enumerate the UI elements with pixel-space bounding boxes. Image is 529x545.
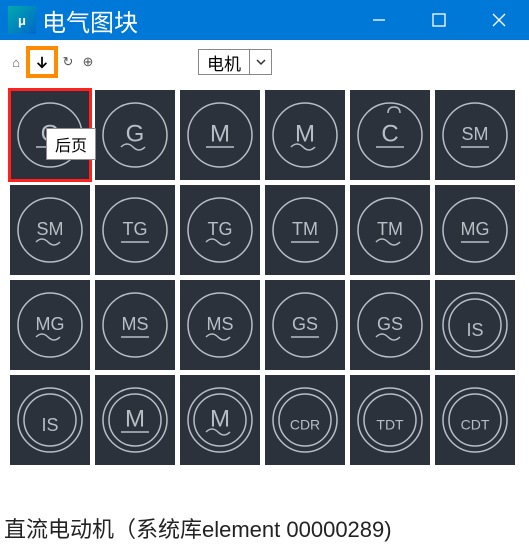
svg-text:IS: IS: [466, 320, 483, 340]
svg-text:CDT: CDT: [461, 417, 490, 433]
symbol-tile[interactable]: TM: [265, 185, 345, 275]
category-dropdown[interactable]: 电机: [198, 49, 272, 75]
svg-text:MG: MG: [36, 314, 65, 334]
symbol-tile[interactable]: IS: [10, 375, 90, 465]
symbol-tile[interactable]: GS: [265, 280, 345, 370]
status-bar: 直流电动机（系统库element 00000289): [0, 511, 529, 545]
svg-text:TDT: TDT: [376, 417, 404, 433]
svg-text:CDR: CDR: [290, 417, 320, 433]
status-text: 直流电动机（系统库element 00000289): [4, 512, 392, 544]
svg-text:GS: GS: [377, 314, 403, 334]
symbol-tile[interactable]: TG: [95, 185, 175, 275]
svg-text:GS: GS: [292, 314, 318, 334]
minimize-button[interactable]: [349, 0, 409, 40]
svg-text:M: M: [210, 405, 230, 432]
svg-text:MS: MS: [122, 314, 149, 334]
symbol-tile[interactable]: MS: [95, 280, 175, 370]
window-title: 电气图块: [42, 3, 138, 38]
symbol-tile[interactable]: SM: [10, 185, 90, 275]
svg-text:TM: TM: [292, 219, 318, 239]
toolbar: ⌂ ↻ ⊕ 电机: [0, 40, 529, 84]
svg-text:TM: TM: [377, 219, 403, 239]
svg-text:TG: TG: [208, 219, 233, 239]
svg-text:TG: TG: [123, 219, 148, 239]
svg-text:MS: MS: [207, 314, 234, 334]
next-page-button[interactable]: [33, 53, 51, 71]
svg-text:M: M: [295, 120, 315, 147]
svg-text:MG: MG: [461, 219, 490, 239]
symbol-tile[interactable]: M: [95, 375, 175, 465]
symbol-tile[interactable]: SM: [435, 90, 515, 180]
home-icon[interactable]: ⌂: [7, 53, 25, 71]
symbol-tile[interactable]: GS: [350, 280, 430, 370]
tooltip: 后页: [46, 128, 96, 160]
app-icon: μ: [8, 6, 36, 34]
svg-text:IS: IS: [41, 415, 58, 435]
svg-text:M: M: [210, 120, 230, 147]
zoom-icon[interactable]: ⊕: [79, 53, 97, 71]
symbol-tile[interactable]: G: [95, 90, 175, 180]
symbol-tile[interactable]: M: [180, 90, 260, 180]
symbol-tile[interactable]: MG: [435, 185, 515, 275]
symbol-tile[interactable]: M: [265, 90, 345, 180]
symbol-tile[interactable]: MG: [10, 280, 90, 370]
svg-text:C: C: [381, 120, 398, 147]
symbol-tile[interactable]: M: [180, 375, 260, 465]
symbol-tile[interactable]: MS: [180, 280, 260, 370]
highlight-box: [26, 46, 58, 78]
symbol-tile[interactable]: CDT: [435, 375, 515, 465]
symbol-tile[interactable]: CDR: [265, 375, 345, 465]
maximize-button[interactable]: [409, 0, 469, 40]
svg-text:SM: SM: [37, 219, 64, 239]
titlebar: μ 电气图块: [0, 0, 529, 40]
symbol-tile[interactable]: TDT: [350, 375, 430, 465]
dropdown-value: 电机: [199, 48, 249, 77]
svg-text:SM: SM: [462, 124, 489, 144]
symbol-tile[interactable]: TG: [180, 185, 260, 275]
symbol-tile[interactable]: TM: [350, 185, 430, 275]
svg-text:M: M: [125, 405, 145, 432]
symbol-tile[interactable]: C: [350, 90, 430, 180]
svg-text:G: G: [126, 120, 145, 147]
close-button[interactable]: [469, 0, 529, 40]
symbol-tile[interactable]: IS: [435, 280, 515, 370]
chevron-down-icon: [249, 50, 271, 74]
refresh-icon[interactable]: ↻: [59, 53, 77, 71]
